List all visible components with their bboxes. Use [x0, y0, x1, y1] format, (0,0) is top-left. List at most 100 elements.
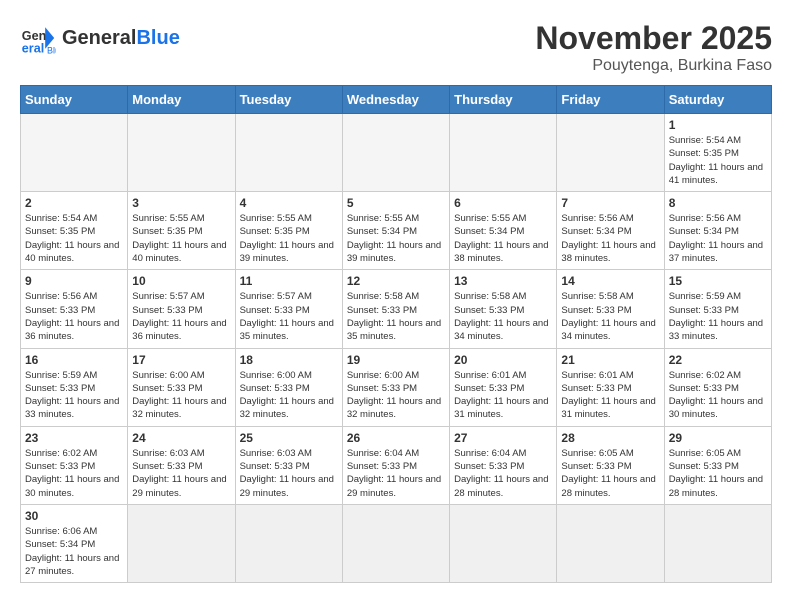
weekday-header-row: SundayMondayTuesdayWednesdayThursdayFrid…	[21, 86, 772, 114]
day-number: 16	[25, 353, 123, 367]
page-header: Gen eral Blue GeneralBlue November 2025 …	[20, 20, 772, 75]
calendar-day-29: 29 Sunrise: 6:05 AMSunset: 5:33 PMDayligh…	[664, 426, 771, 504]
day-info: Sunrise: 6:04 AMSunset: 5:33 PMDaylight:…	[454, 447, 552, 500]
day-info: Sunrise: 6:00 AMSunset: 5:33 PMDaylight:…	[132, 369, 230, 422]
calendar-day-22: 22 Sunrise: 6:02 AMSunset: 5:33 PMDayligh…	[664, 348, 771, 426]
day-info: Sunrise: 5:59 AMSunset: 5:33 PMDaylight:…	[25, 369, 123, 422]
calendar-day-empty	[342, 504, 449, 582]
day-number: 19	[347, 353, 445, 367]
calendar-day-5: 5Sunrise: 5:55 AMSunset: 5:34 PMDaylight…	[342, 192, 449, 270]
day-info: Sunrise: 5:56 AMSunset: 5:34 PMDaylight:…	[669, 212, 767, 265]
day-number: 29	[669, 431, 767, 445]
calendar-day-empty	[128, 504, 235, 582]
day-info: Sunrise: 5:55 AMSunset: 5:34 PMDaylight:…	[454, 212, 552, 265]
day-number: 15	[669, 274, 767, 288]
day-number: 17	[132, 353, 230, 367]
calendar-day-9: 9Sunrise: 5:56 AMSunset: 5:33 PMDaylight…	[21, 270, 128, 348]
calendar-day-empty	[342, 114, 449, 192]
day-info: Sunrise: 5:58 AMSunset: 5:33 PMDaylight:…	[347, 290, 445, 343]
weekday-header-monday: Monday	[128, 86, 235, 114]
weekday-header-thursday: Thursday	[450, 86, 557, 114]
day-info: Sunrise: 5:57 AMSunset: 5:33 PMDaylight:…	[240, 290, 338, 343]
day-info: Sunrise: 6:02 AMSunset: 5:33 PMDaylight:…	[25, 447, 123, 500]
weekday-header-wednesday: Wednesday	[342, 86, 449, 114]
weekday-header-friday: Friday	[557, 86, 664, 114]
day-info: Sunrise: 6:06 AMSunset: 5:34 PMDaylight:…	[25, 525, 123, 578]
calendar-week-row: 30 Sunrise: 6:06 AMSunset: 5:34 PMDayligh…	[21, 504, 772, 582]
calendar-day-7: 7 Sunrise: 5:56 AMSunset: 5:34 PMDaylight…	[557, 192, 664, 270]
calendar-day-empty	[664, 504, 771, 582]
day-number: 21	[561, 353, 659, 367]
day-number: 26	[347, 431, 445, 445]
day-number: 28	[561, 431, 659, 445]
day-info: Sunrise: 5:55 AMSunset: 5:34 PMDaylight:…	[347, 212, 445, 265]
calendar-day-18: 18 Sunrise: 6:00 AMSunset: 5:33 PMDayligh…	[235, 348, 342, 426]
calendar-day-1: 1Sunrise: 5:54 AMSunset: 5:35 PMDaylight…	[664, 114, 771, 192]
day-info: Sunrise: 6:05 AMSunset: 5:33 PMDaylight:…	[669, 447, 767, 500]
weekday-header-saturday: Saturday	[664, 86, 771, 114]
day-info: Sunrise: 5:59 AMSunset: 5:33 PMDaylight:…	[669, 290, 767, 343]
day-number: 11	[240, 274, 338, 288]
day-number: 13	[454, 274, 552, 288]
day-info: Sunrise: 6:03 AMSunset: 5:33 PMDaylight:…	[132, 447, 230, 500]
svg-text:eral: eral	[22, 41, 44, 55]
day-info: Sunrise: 5:57 AMSunset: 5:33 PMDaylight:…	[132, 290, 230, 343]
calendar-day-13: 13 Sunrise: 5:58 AMSunset: 5:33 PMDayligh…	[450, 270, 557, 348]
day-number: 25	[240, 431, 338, 445]
day-info: Sunrise: 6:00 AMSunset: 5:33 PMDaylight:…	[347, 369, 445, 422]
calendar-day-empty	[21, 114, 128, 192]
calendar-day-17: 17 Sunrise: 6:00 AMSunset: 5:33 PMDayligh…	[128, 348, 235, 426]
calendar-week-row: 23Sunrise: 6:02 AMSunset: 5:33 PMDayligh…	[21, 426, 772, 504]
weekday-header-sunday: Sunday	[21, 86, 128, 114]
svg-text:Blue: Blue	[47, 45, 56, 55]
logo: Gen eral Blue GeneralBlue	[20, 20, 180, 56]
day-info: Sunrise: 5:54 AMSunset: 5:35 PMDaylight:…	[25, 212, 123, 265]
day-info: Sunrise: 5:58 AMSunset: 5:33 PMDaylight:…	[454, 290, 552, 343]
calendar-day-empty	[557, 114, 664, 192]
calendar-day-24: 24 Sunrise: 6:03 AMSunset: 5:33 PMDayligh…	[128, 426, 235, 504]
logo-general-text: GeneralBlue	[62, 27, 180, 50]
day-number: 2	[25, 196, 123, 210]
day-info: Sunrise: 6:02 AMSunset: 5:33 PMDaylight:…	[669, 369, 767, 422]
day-info: Sunrise: 6:04 AMSunset: 5:33 PMDaylight:…	[347, 447, 445, 500]
calendar-day-6: 6 Sunrise: 5:55 AMSunset: 5:34 PMDaylight…	[450, 192, 557, 270]
day-number: 22	[669, 353, 767, 367]
day-number: 14	[561, 274, 659, 288]
location-title: Pouytenga, Burkina Faso	[535, 57, 772, 75]
calendar-day-19: 19 Sunrise: 6:00 AMSunset: 5:33 PMDayligh…	[342, 348, 449, 426]
calendar-table: SundayMondayTuesdayWednesdayThursdayFrid…	[20, 85, 772, 583]
day-info: Sunrise: 5:56 AMSunset: 5:34 PMDaylight:…	[561, 212, 659, 265]
calendar-day-2: 2 Sunrise: 5:54 AMSunset: 5:35 PMDaylight…	[21, 192, 128, 270]
day-number: 6	[454, 196, 552, 210]
calendar-day-25: 25Sunrise: 6:03 AMSunset: 5:33 PMDayligh…	[235, 426, 342, 504]
day-number: 30	[25, 509, 123, 523]
title-block: November 2025 Pouytenga, Burkina Faso	[535, 20, 772, 75]
calendar-day-10: 10 Sunrise: 5:57 AMSunset: 5:33 PMDayligh…	[128, 270, 235, 348]
calendar-day-empty	[235, 504, 342, 582]
calendar-day-empty	[557, 504, 664, 582]
day-number: 18	[240, 353, 338, 367]
calendar-day-21: 21Sunrise: 6:01 AMSunset: 5:33 PMDayligh…	[557, 348, 664, 426]
calendar-week-row: 9Sunrise: 5:56 AMSunset: 5:33 PMDaylight…	[21, 270, 772, 348]
calendar-week-row: 2 Sunrise: 5:54 AMSunset: 5:35 PMDaylight…	[21, 192, 772, 270]
day-number: 10	[132, 274, 230, 288]
day-number: 27	[454, 431, 552, 445]
day-number: 24	[132, 431, 230, 445]
day-info: Sunrise: 5:55 AMSunset: 5:35 PMDaylight:…	[240, 212, 338, 265]
day-number: 1	[669, 118, 767, 132]
calendar-day-11: 11 Sunrise: 5:57 AMSunset: 5:33 PMDayligh…	[235, 270, 342, 348]
calendar-day-empty	[450, 504, 557, 582]
calendar-day-28: 28 Sunrise: 6:05 AMSunset: 5:33 PMDayligh…	[557, 426, 664, 504]
calendar-day-empty	[450, 114, 557, 192]
calendar-day-30: 30 Sunrise: 6:06 AMSunset: 5:34 PMDayligh…	[21, 504, 128, 582]
day-number: 8	[669, 196, 767, 210]
calendar-day-26: 26 Sunrise: 6:04 AMSunset: 5:33 PMDayligh…	[342, 426, 449, 504]
calendar-day-27: 27 Sunrise: 6:04 AMSunset: 5:33 PMDayligh…	[450, 426, 557, 504]
day-info: Sunrise: 6:00 AMSunset: 5:33 PMDaylight:…	[240, 369, 338, 422]
day-info: Sunrise: 6:05 AMSunset: 5:33 PMDaylight:…	[561, 447, 659, 500]
calendar-day-14: 14Sunrise: 5:58 AMSunset: 5:33 PMDayligh…	[557, 270, 664, 348]
calendar-day-20: 20Sunrise: 6:01 AMSunset: 5:33 PMDayligh…	[450, 348, 557, 426]
calendar-day-empty	[235, 114, 342, 192]
day-number: 12	[347, 274, 445, 288]
day-number: 7	[561, 196, 659, 210]
